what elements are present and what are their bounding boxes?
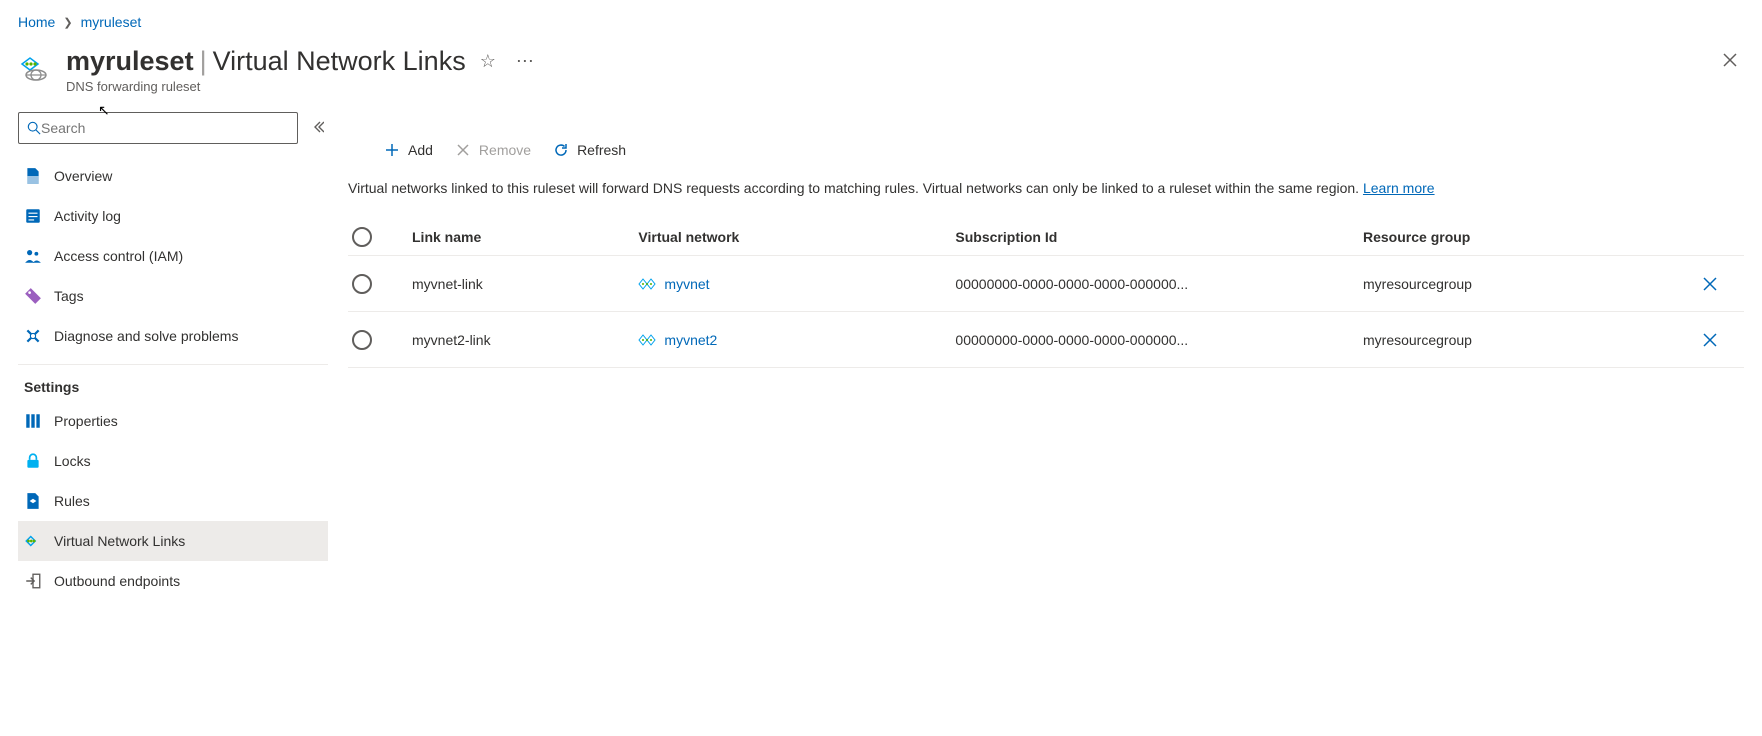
plus-icon — [384, 142, 400, 158]
sidebar-item-label: Rules — [54, 493, 90, 509]
sidebar-section-settings: Settings — [18, 364, 328, 401]
rules-icon — [24, 492, 42, 510]
tag-icon — [24, 287, 42, 305]
sidebar: ↖ Overview Activity log Access control (… — [18, 112, 328, 601]
sidebar-item-tags[interactable]: Tags — [18, 276, 328, 316]
sidebar-search[interactable] — [18, 112, 298, 144]
table-row: myvnet2-link myvnet2 00000000-0000-0000-… — [348, 312, 1744, 368]
sidebar-item-label: Virtual Network Links — [54, 533, 185, 549]
diagnose-icon — [24, 327, 42, 345]
row-select-radio[interactable] — [352, 330, 372, 350]
dns-ruleset-icon — [18, 52, 52, 86]
cell-subscription-id: 00000000-0000-0000-0000-000000... — [955, 276, 1363, 292]
learn-more-link[interactable]: Learn more — [1363, 180, 1435, 196]
row-select-radio[interactable] — [352, 274, 372, 294]
lock-icon — [24, 452, 42, 470]
vnet-icon — [638, 333, 656, 347]
refresh-icon — [553, 142, 569, 158]
vnet-icon — [638, 277, 656, 291]
sidebar-item-label: Overview — [54, 168, 112, 184]
select-all-radio[interactable] — [352, 227, 372, 247]
sidebar-item-overview[interactable]: Overview — [18, 156, 328, 196]
sidebar-search-input[interactable] — [41, 120, 289, 136]
people-icon — [24, 247, 42, 265]
vnet-links-table: Link name Virtual network Subscription I… — [348, 219, 1744, 368]
col-virtual-network: Virtual network — [638, 229, 955, 245]
sidebar-item-properties[interactable]: Properties — [18, 401, 328, 441]
page-header: myruleset|Virtual Network Links ☆ ⋯ DNS … — [18, 46, 1744, 94]
cell-resource-group: myresourcegroup — [1363, 332, 1680, 348]
col-subscription-id: Subscription Id — [955, 229, 1363, 245]
sidebar-item-diagnose[interactable]: Diagnose and solve problems — [18, 316, 328, 356]
table-row: myvnet-link myvnet 00000000-0000-0000-00… — [348, 256, 1744, 312]
activity-log-icon — [24, 207, 42, 225]
delete-row-button[interactable] — [1680, 333, 1740, 347]
sidebar-item-label: Access control (IAM) — [54, 248, 183, 264]
chevron-right-icon: ❯ — [63, 16, 72, 29]
sidebar-item-label: Tags — [54, 288, 84, 304]
sidebar-item-outbound-endpoints[interactable]: Outbound endpoints — [18, 561, 328, 601]
sidebar-item-label: Diagnose and solve problems — [54, 328, 238, 344]
cell-link-name: myvnet-link — [412, 276, 638, 292]
sidebar-item-locks[interactable]: Locks — [18, 441, 328, 481]
sidebar-item-vnet-links[interactable]: Virtual Network Links — [18, 521, 328, 561]
properties-icon — [24, 412, 42, 430]
search-icon — [27, 121, 41, 135]
col-link-name: Link name — [412, 229, 638, 245]
sidebar-item-label: Locks — [54, 453, 91, 469]
cell-subscription-id: 00000000-0000-0000-0000-000000... — [955, 332, 1363, 348]
refresh-button[interactable]: Refresh — [553, 142, 626, 158]
description-text: Virtual networks linked to this ruleset … — [348, 178, 1744, 199]
sidebar-item-rules[interactable]: Rules — [18, 481, 328, 521]
sidebar-item-activity-log[interactable]: Activity log — [18, 196, 328, 236]
favorite-star-icon[interactable]: ☆ — [474, 47, 502, 76]
delete-row-button[interactable] — [1680, 277, 1740, 291]
cell-virtual-network-link[interactable]: myvnet2 — [638, 332, 955, 348]
document-icon — [24, 167, 42, 185]
table-header: Link name Virtual network Subscription I… — [348, 219, 1744, 256]
add-button[interactable]: Add — [384, 142, 433, 158]
cell-resource-group: myresourcegroup — [1363, 276, 1680, 292]
x-icon — [455, 142, 471, 158]
page-title: myruleset|Virtual Network Links — [66, 46, 466, 77]
cell-link-name: myvnet2-link — [412, 332, 638, 348]
close-blade-button[interactable] — [1716, 46, 1744, 77]
outbound-icon — [24, 572, 42, 590]
sidebar-item-access-control[interactable]: Access control (IAM) — [18, 236, 328, 276]
main-content: Add Remove Refresh Virtual networks link… — [348, 112, 1744, 601]
breadcrumb: Home ❯ myruleset — [18, 14, 1744, 30]
sidebar-item-label: Properties — [54, 413, 118, 429]
cell-virtual-network-link[interactable]: myvnet — [638, 276, 955, 292]
col-resource-group: Resource group — [1363, 229, 1680, 245]
command-bar: Add Remove Refresh — [384, 132, 1744, 168]
collapse-sidebar-icon[interactable] — [308, 116, 328, 140]
sidebar-item-label: Activity log — [54, 208, 121, 224]
breadcrumb-myruleset[interactable]: myruleset — [81, 14, 142, 30]
vnet-link-icon — [24, 532, 42, 550]
resource-type-label: DNS forwarding ruleset — [66, 79, 540, 94]
more-actions-icon[interactable]: ⋯ — [510, 47, 540, 76]
sidebar-item-label: Outbound endpoints — [54, 573, 180, 589]
breadcrumb-home[interactable]: Home — [18, 14, 55, 30]
remove-button: Remove — [455, 142, 531, 158]
